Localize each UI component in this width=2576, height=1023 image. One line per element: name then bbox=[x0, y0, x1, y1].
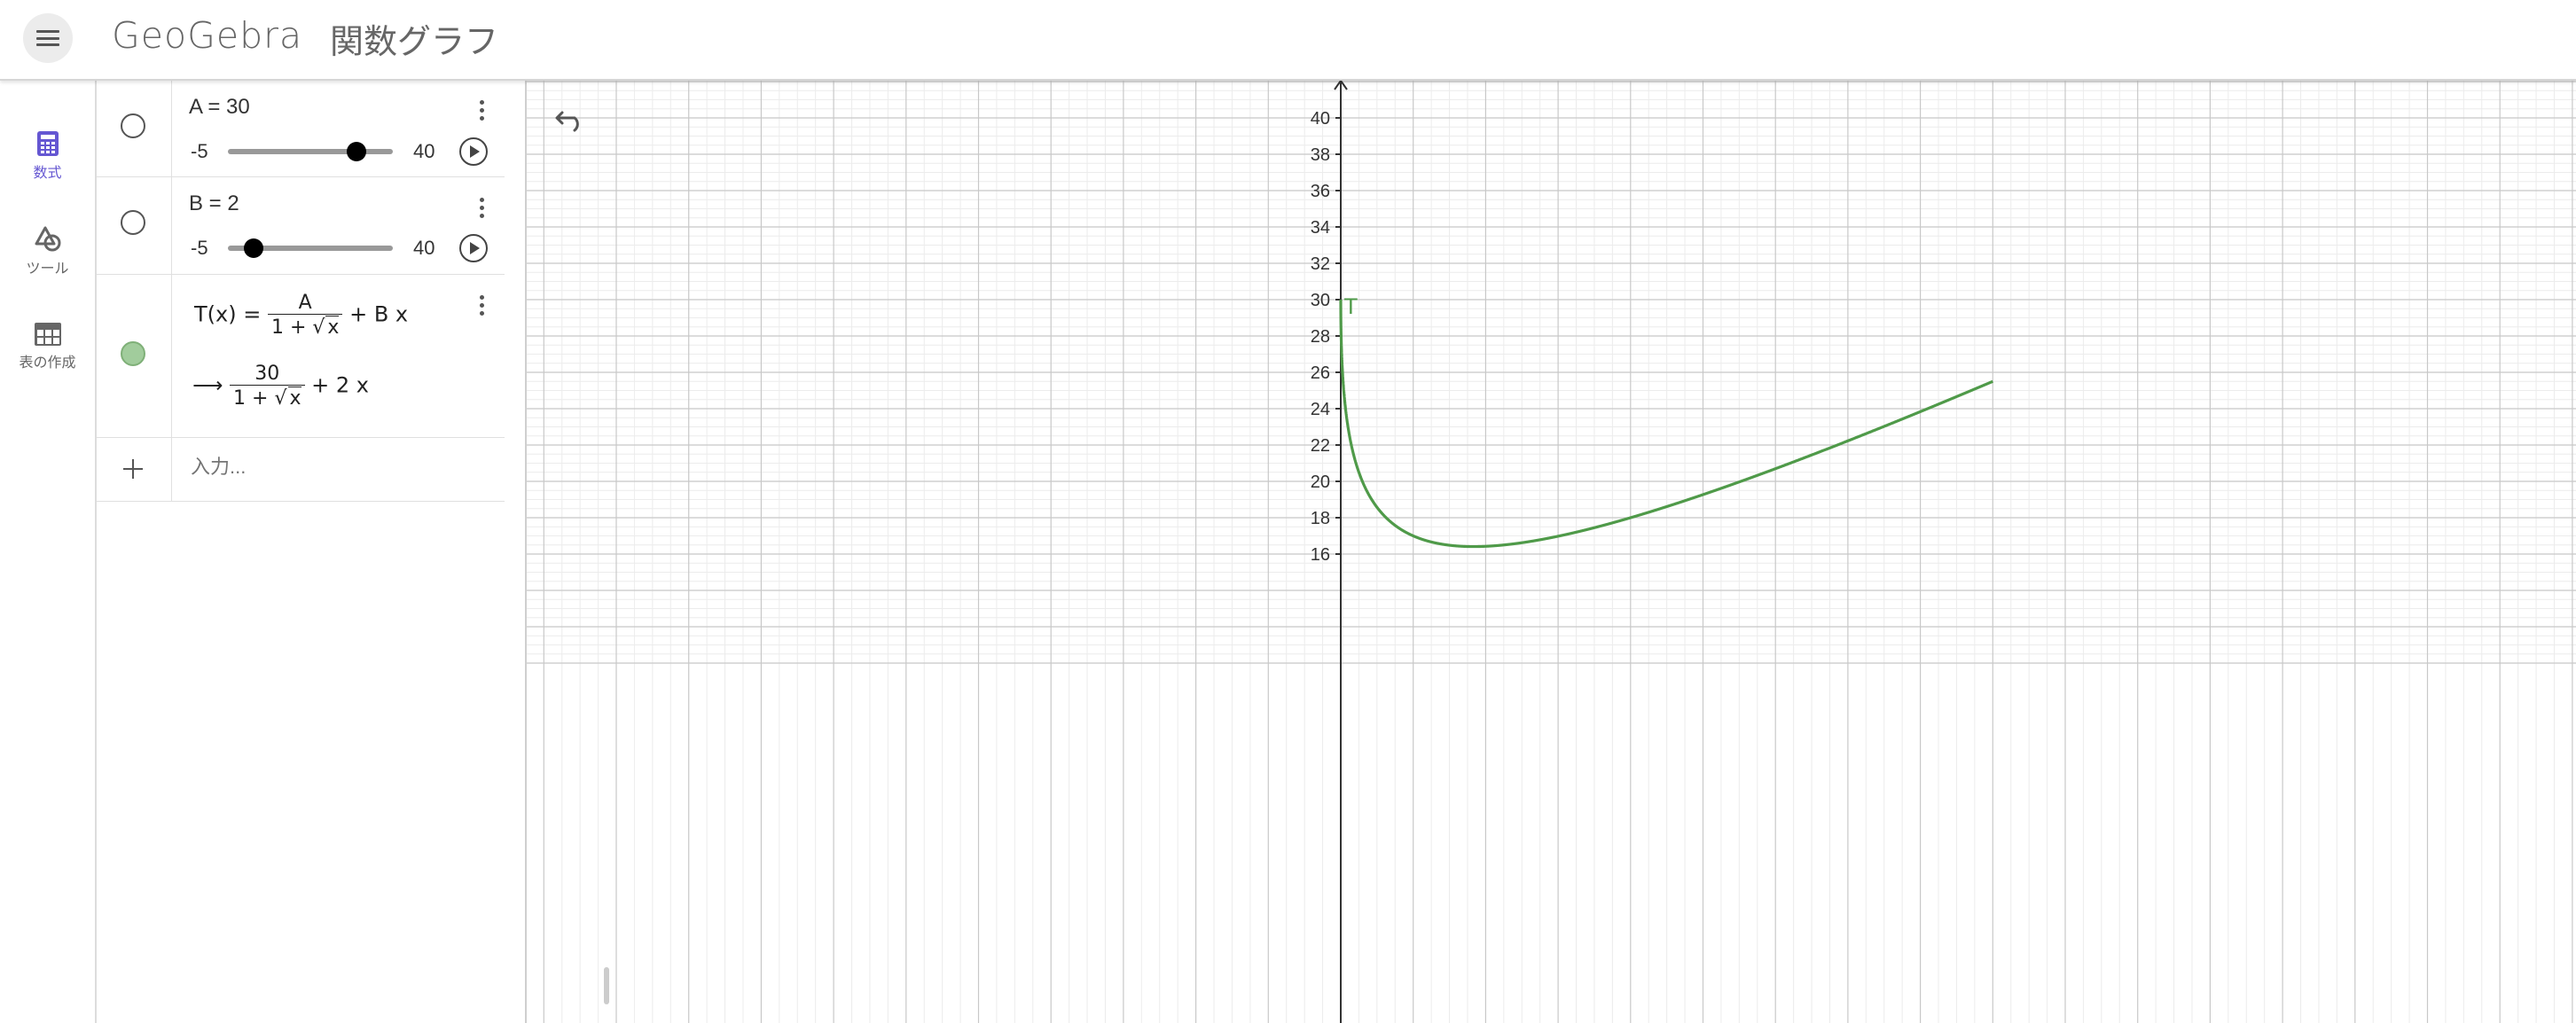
function-value: ⟶ 30 1 + √ x + 2 x bbox=[192, 363, 369, 410]
y-tick-label: 36 bbox=[1311, 182, 1330, 201]
algebra-panel: A = 30 -5 40 B = 2 -5 40 T(x) = A 1 + √ … bbox=[97, 81, 609, 1023]
app-title: 関数グラフ bbox=[330, 22, 499, 61]
function-tail: + B x bbox=[349, 301, 409, 327]
y-tick-label: 28 bbox=[1311, 327, 1330, 347]
y-tick-label: 18 bbox=[1311, 509, 1330, 528]
more-options-icon[interactable] bbox=[478, 100, 485, 124]
denominator-prefix: 1 + bbox=[270, 316, 307, 339]
denominator-prefix: 1 + bbox=[233, 387, 269, 410]
shapes-icon bbox=[35, 226, 60, 252]
nav-item-label: ツール bbox=[26, 262, 69, 277]
function-definition[interactable]: T(x) = A 1 + √ x + B x bbox=[194, 292, 408, 339]
calculator-icon bbox=[36, 131, 59, 156]
visibility-toggle[interactable] bbox=[121, 341, 145, 366]
fraction-numerator: 30 bbox=[254, 363, 280, 385]
graph-canvas[interactable]: 16 18 20 22 24 26 28 30 32 34 36 38 40 T bbox=[527, 81, 2576, 1023]
y-tick-label: 16 bbox=[1311, 545, 1330, 565]
radicand: x bbox=[325, 316, 340, 339]
more-options-icon[interactable] bbox=[478, 198, 485, 222]
algebra-row-slider-b[interactable]: B = 2 -5 40 bbox=[97, 176, 505, 275]
y-tick-label: 34 bbox=[1311, 218, 1330, 238]
y-tick-label: 30 bbox=[1311, 291, 1330, 310]
marble-cell bbox=[97, 81, 172, 176]
y-tick-label: 38 bbox=[1311, 145, 1330, 165]
slider-min-label: -5 bbox=[191, 237, 208, 259]
table-icon bbox=[34, 323, 61, 346]
slider-thumb[interactable] bbox=[243, 238, 263, 258]
slider-track[interactable] bbox=[228, 238, 393, 258]
graphics-view[interactable]: 16 18 20 22 24 26 28 30 32 34 36 38 40 T bbox=[527, 81, 2576, 1023]
y-tick-label: 32 bbox=[1311, 254, 1330, 274]
radicand: x bbox=[287, 387, 301, 410]
app-header: GeoGebra 関数グラフ bbox=[0, 0, 2576, 81]
marble-cell bbox=[97, 274, 172, 437]
nav-item-label: 表の作成 bbox=[19, 355, 76, 371]
hamburger-icon bbox=[36, 30, 59, 46]
slider-max-label: 40 bbox=[413, 237, 435, 259]
undo-icon[interactable] bbox=[553, 105, 589, 132]
side-nav: 数式 ツール 表の作成 bbox=[0, 81, 97, 1023]
slider-definition: A = 30 bbox=[189, 95, 250, 119]
slider-max-label: 40 bbox=[413, 140, 435, 162]
fraction: A 1 + √ x bbox=[267, 292, 343, 339]
slider-track[interactable] bbox=[228, 142, 393, 161]
y-tick-labels: 16 18 20 22 24 26 28 30 32 34 36 38 40 bbox=[1311, 109, 1341, 565]
function-lhs: T(x) = bbox=[194, 301, 262, 327]
nav-item-algebra[interactable]: 数式 bbox=[0, 130, 95, 182]
slider-thumb[interactable] bbox=[346, 142, 366, 161]
algebra-row-function-t[interactable]: T(x) = A 1 + √ x + B x ⟶ 30 1 + √ x + 2 x bbox=[97, 274, 505, 438]
play-animation-icon[interactable] bbox=[459, 137, 488, 166]
fraction-denominator: 1 + √ x bbox=[230, 385, 305, 410]
nav-item-label: 数式 bbox=[33, 166, 62, 181]
value-tail: + 2 x bbox=[311, 372, 370, 398]
plus-icon[interactable] bbox=[123, 459, 143, 479]
marble-cell bbox=[97, 437, 172, 501]
y-axis bbox=[1334, 81, 1348, 1023]
y-tick-label: 40 bbox=[1311, 109, 1330, 129]
function-label[interactable]: T bbox=[1343, 294, 1358, 319]
fraction-denominator: 1 + √ x bbox=[267, 314, 343, 339]
y-tick-label: 22 bbox=[1311, 436, 1330, 456]
algebra-row-slider-a[interactable]: A = 30 -5 40 bbox=[97, 81, 505, 177]
y-tick-label: 24 bbox=[1311, 400, 1330, 419]
visibility-toggle[interactable] bbox=[121, 210, 145, 235]
menu-button[interactable] bbox=[23, 13, 73, 63]
slider-definition: B = 2 bbox=[189, 191, 239, 215]
fraction: 30 1 + √ x bbox=[230, 363, 305, 410]
more-options-icon[interactable] bbox=[478, 295, 485, 319]
major-grid bbox=[527, 81, 2576, 1023]
marble-cell bbox=[97, 176, 172, 274]
nav-item-tools[interactable]: ツール bbox=[0, 226, 95, 277]
slider-min-label: -5 bbox=[191, 140, 208, 162]
visibility-toggle[interactable] bbox=[121, 113, 145, 138]
nav-item-table[interactable]: 表の作成 bbox=[0, 322, 95, 371]
y-tick-label: 26 bbox=[1311, 363, 1330, 383]
fraction-numerator: A bbox=[298, 292, 312, 314]
y-tick-label: 20 bbox=[1311, 472, 1330, 492]
play-animation-icon[interactable] bbox=[459, 234, 488, 262]
algebra-input[interactable] bbox=[189, 455, 485, 480]
app-brand: GeoGebra bbox=[112, 14, 303, 57]
algebra-input-row[interactable] bbox=[97, 437, 505, 502]
arrow-icon: ⟶ bbox=[192, 372, 223, 398]
